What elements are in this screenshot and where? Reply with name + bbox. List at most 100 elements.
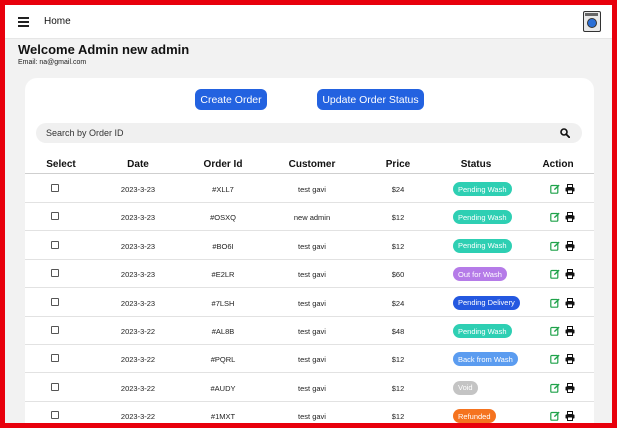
order-date: 2023-3-22 <box>120 383 156 393</box>
order-date: 2023-3-23 <box>120 185 156 194</box>
order-id: #BO6I <box>212 241 234 251</box>
column-header-status[interactable]: Status <box>461 159 492 170</box>
customer-name: test gavi <box>298 298 326 308</box>
search-bar <box>36 123 582 143</box>
row-select-checkbox[interactable] <box>51 269 59 278</box>
row-select-checkbox[interactable] <box>51 184 59 192</box>
row-select-checkbox[interactable] <box>51 326 59 334</box>
edit-icon[interactable] <box>550 212 560 223</box>
status-badge: Pending Delivery <box>453 295 520 310</box>
print-icon[interactable] <box>565 326 575 336</box>
order-date: 2023-3-23 <box>120 213 156 223</box>
row-select-checkbox[interactable] <box>51 411 59 420</box>
column-header-select[interactable]: Select <box>46 159 75 170</box>
order-id: #AL8B <box>211 327 235 336</box>
table-row: 2023-3-22 #AL8B test gavi $48 Pending Wash <box>25 317 594 345</box>
order-price: $12 <box>391 383 405 393</box>
order-id: #XLL7 <box>212 185 234 194</box>
print-icon[interactable] <box>565 382 575 393</box>
status-badge: Void <box>453 380 478 395</box>
column-header-customer[interactable]: Customer <box>289 159 336 170</box>
order-id: #E2LR <box>211 270 235 280</box>
update-order-status-button[interactable]: Update Order Status <box>317 89 424 110</box>
order-id: #OSXQ <box>210 213 236 223</box>
order-id: #1MXT <box>210 412 236 422</box>
order-id: #7LSH <box>211 298 235 308</box>
column-header-date[interactable]: Date <box>127 159 149 170</box>
edit-icon[interactable] <box>550 298 560 308</box>
order-id: #AUDY <box>210 383 236 393</box>
order-price: $60 <box>391 270 405 280</box>
search-input[interactable] <box>46 126 526 140</box>
print-icon[interactable] <box>565 269 575 280</box>
table-row: 2023-3-22 #AUDY test gavi $12 Void <box>25 374 594 402</box>
order-price: $24 <box>391 185 405 194</box>
table-row: 2023-3-23 #OSXQ new admin $12 Pending Wash <box>25 203 594 232</box>
order-price: $12 <box>391 355 405 365</box>
order-price: $12 <box>391 213 405 223</box>
user-email: Email: na@gmail.com <box>18 59 87 66</box>
edit-icon[interactable] <box>550 184 560 194</box>
order-date: 2023-3-22 <box>120 412 156 422</box>
page-title: Home <box>44 16 71 27</box>
customer-name: new admin <box>293 213 331 223</box>
order-date: 2023-3-22 <box>120 327 156 336</box>
orders-card: Create Order Update Order Status Select … <box>25 78 594 423</box>
customer-name: test gavi <box>298 185 326 194</box>
customer-name: test gavi <box>298 270 326 280</box>
status-badge: Pending Wash <box>453 210 512 225</box>
edit-icon[interactable] <box>550 269 560 279</box>
print-icon[interactable] <box>565 240 575 251</box>
print-icon[interactable] <box>565 184 575 194</box>
table-row: 2023-3-22 #PQRL test gavi $12 Back from Wash <box>25 345 594 374</box>
edit-icon[interactable] <box>550 383 560 393</box>
print-icon[interactable] <box>565 411 575 422</box>
top-bar: Home <box>5 5 612 39</box>
order-date: 2023-3-23 <box>120 298 156 308</box>
table-row: 2023-3-22 #1MXT test gavi $12 Refunded <box>25 402 594 423</box>
edit-icon[interactable] <box>550 354 560 365</box>
edit-icon[interactable] <box>550 326 560 336</box>
print-icon[interactable] <box>565 297 575 308</box>
customer-name: test gavi <box>298 383 326 393</box>
order-date: 2023-3-22 <box>120 355 156 365</box>
order-id: #PQRL <box>210 355 236 365</box>
print-icon[interactable] <box>565 354 575 365</box>
print-icon[interactable] <box>565 212 575 223</box>
status-badge: Back from Wash <box>453 352 518 367</box>
table-row: 2023-3-23 #E2LR test gavi $60 Out for Wash <box>25 260 594 289</box>
order-price: $12 <box>391 412 405 422</box>
row-select-checkbox[interactable] <box>51 212 59 221</box>
order-price: $24 <box>391 298 405 308</box>
row-select-checkbox[interactable] <box>51 240 59 249</box>
status-badge: Pending Wash <box>453 182 512 196</box>
column-header-price[interactable]: Price <box>386 159 410 170</box>
edit-icon[interactable] <box>550 411 560 421</box>
customer-name: test gavi <box>298 412 326 422</box>
order-date: 2023-3-23 <box>120 270 156 280</box>
order-price: $12 <box>391 241 405 251</box>
edit-icon[interactable] <box>550 241 560 251</box>
order-price: $48 <box>391 327 405 336</box>
row-select-checkbox[interactable] <box>51 354 59 363</box>
table-header: Select Date Order Id Customer Price Stat… <box>25 154 594 174</box>
customer-name: test gavi <box>298 355 326 365</box>
washing-machine-logo-icon <box>583 11 601 32</box>
search-icon[interactable] <box>560 128 570 138</box>
table-row: 2023-3-23 #7LSH test gavi $24 Pending Delive… <box>25 289 594 317</box>
table-row: 2023-3-23 #XLL7 test gavi $24 Pending Wash <box>25 175 594 203</box>
hamburger-menu-icon[interactable] <box>18 17 29 27</box>
row-select-checkbox[interactable] <box>51 297 59 306</box>
status-badge: Pending Wash <box>453 238 512 253</box>
status-badge: Refunded <box>453 409 496 423</box>
customer-name: test gavi <box>298 327 326 336</box>
create-order-button[interactable]: Create Order <box>195 89 267 110</box>
welcome-heading: Welcome Admin new admin <box>18 42 190 57</box>
row-select-checkbox[interactable] <box>51 382 59 391</box>
status-badge: Pending Wash <box>453 324 512 338</box>
status-badge: Out for Wash <box>453 267 507 282</box>
column-header-action[interactable]: Action <box>542 159 573 170</box>
customer-name: test gavi <box>298 241 326 251</box>
column-header-order-id[interactable]: Order Id <box>204 159 243 170</box>
table-row: 2023-3-23 #BO6I test gavi $12 Pending Wash <box>25 232 594 260</box>
